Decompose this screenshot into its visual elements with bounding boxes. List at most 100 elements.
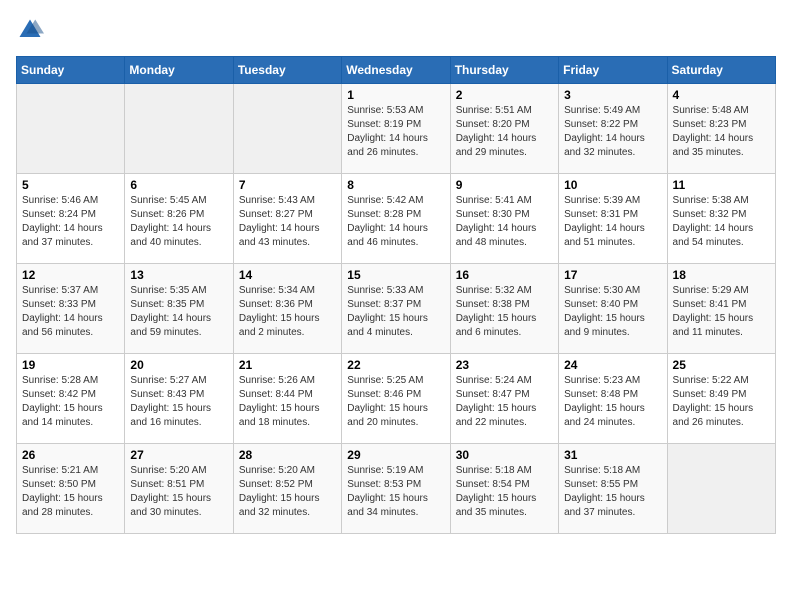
calendar-day-cell: 19 Sunrise: 5:28 AM Sunset: 8:42 PM Dayli…: [17, 354, 125, 444]
day-number: 20: [130, 358, 227, 372]
calendar-day-cell: 27Sunrise: 5:20 AM Sunset: 8:51 PM Dayli…: [125, 444, 233, 534]
day-number: 4: [673, 88, 770, 102]
day-info: Sunrise: 5:24 AM Sunset: 8:47 PM Dayligh…: [456, 374, 553, 430]
day-info: Sunrise: 5:19 AM Sunset: 8:53 PM Dayligh…: [347, 464, 444, 520]
calendar-day-cell: 21 Sunrise: 5:26 AM Sunset: 8:44 PM Dayli…: [233, 354, 341, 444]
calendar-day-cell: 24 Sunrise: 5:23 AM Sunset: 8:48 PM Dayli…: [559, 354, 667, 444]
calendar-day-cell: 13 Sunrise: 5:35 AM Sunset: 8:35 PM Dayli…: [125, 264, 233, 354]
day-info: Sunrise: 5:29 AM Sunset: 8:41 PM Dayligh…: [673, 284, 770, 340]
calendar-week-row: 19 Sunrise: 5:28 AM Sunset: 8:42 PM Dayli…: [17, 354, 776, 444]
day-info: Sunrise: 5:34 AM Sunset: 8:36 PM Dayligh…: [239, 284, 336, 340]
calendar-day-cell: 8Sunrise: 5:42 AM Sunset: 8:28 PM Daylig…: [342, 174, 450, 264]
day-number: 1: [347, 88, 444, 102]
day-number: 15: [347, 268, 444, 282]
day-info: Sunrise: 5:49 AM Sunset: 8:22 PM Dayligh…: [564, 104, 661, 160]
calendar-day-cell: 20 Sunrise: 5:27 AM Sunset: 8:43 PM Dayli…: [125, 354, 233, 444]
day-number: 7: [239, 178, 336, 192]
day-number: 18: [673, 268, 770, 282]
day-number: 21: [239, 358, 336, 372]
calendar-day-cell: 9 Sunrise: 5:41 AM Sunset: 8:30 PM Daylig…: [450, 174, 558, 264]
calendar-day-cell: 12 Sunrise: 5:37 AM Sunset: 8:33 PM Dayli…: [17, 264, 125, 354]
day-number: 19: [22, 358, 119, 372]
calendar-day-cell: 3 Sunrise: 5:49 AM Sunset: 8:22 PM Daylig…: [559, 84, 667, 174]
day-info: Sunrise: 5:45 AM Sunset: 8:26 PM Dayligh…: [130, 194, 227, 250]
calendar-day-cell: 14 Sunrise: 5:34 AM Sunset: 8:36 PM Dayli…: [233, 264, 341, 354]
day-number: 2: [456, 88, 553, 102]
day-number: 3: [564, 88, 661, 102]
calendar-day-cell: 1 Sunrise: 5:53 AM Sunset: 8:19 PM Daylig…: [342, 84, 450, 174]
day-info: Sunrise: 5:35 AM Sunset: 8:35 PM Dayligh…: [130, 284, 227, 340]
weekday-header: Tuesday: [233, 57, 341, 84]
day-info: Sunrise: 5:51 AM Sunset: 8:20 PM Dayligh…: [456, 104, 553, 160]
calendar-week-row: 5 Sunrise: 5:46 AM Sunset: 8:24 PM Daylig…: [17, 174, 776, 264]
day-info: Sunrise: 5:26 AM Sunset: 8:44 PM Dayligh…: [239, 374, 336, 430]
day-number: 30: [456, 448, 553, 462]
day-number: 5: [22, 178, 119, 192]
day-info: Sunrise: 5:41 AM Sunset: 8:30 PM Dayligh…: [456, 194, 553, 250]
day-number: 28: [239, 448, 336, 462]
calendar-day-cell: [233, 84, 341, 174]
day-info: Sunrise: 5:53 AM Sunset: 8:19 PM Dayligh…: [347, 104, 444, 160]
calendar-day-cell: 10 Sunrise: 5:39 AM Sunset: 8:31 PM Dayli…: [559, 174, 667, 264]
calendar-day-cell: 5 Sunrise: 5:46 AM Sunset: 8:24 PM Daylig…: [17, 174, 125, 264]
day-number: 10: [564, 178, 661, 192]
day-number: 31: [564, 448, 661, 462]
calendar-table: SundayMondayTuesdayWednesdayThursdayFrid…: [16, 56, 776, 534]
day-number: 26: [22, 448, 119, 462]
calendar-day-cell: 18 Sunrise: 5:29 AM Sunset: 8:41 PM Dayli…: [667, 264, 775, 354]
day-info: Sunrise: 5:28 AM Sunset: 8:42 PM Dayligh…: [22, 374, 119, 430]
day-info: Sunrise: 5:18 AM Sunset: 8:55 PM Dayligh…: [564, 464, 661, 520]
day-number: 13: [130, 268, 227, 282]
day-info: Sunrise: 5:39 AM Sunset: 8:31 PM Dayligh…: [564, 194, 661, 250]
day-number: 14: [239, 268, 336, 282]
calendar-day-cell: 26 Sunrise: 5:21 AM Sunset: 8:50 PM Dayli…: [17, 444, 125, 534]
weekday-header: Wednesday: [342, 57, 450, 84]
day-info: Sunrise: 5:32 AM Sunset: 8:38 PM Dayligh…: [456, 284, 553, 340]
calendar-day-cell: 29 Sunrise: 5:19 AM Sunset: 8:53 PM Dayli…: [342, 444, 450, 534]
day-number: 23: [456, 358, 553, 372]
calendar-day-cell: [667, 444, 775, 534]
weekday-header: Monday: [125, 57, 233, 84]
calendar-day-cell: 25Sunrise: 5:22 AM Sunset: 8:49 PM Dayli…: [667, 354, 775, 444]
day-number: 16: [456, 268, 553, 282]
day-number: 29: [347, 448, 444, 462]
calendar-day-cell: 23 Sunrise: 5:24 AM Sunset: 8:47 PM Dayli…: [450, 354, 558, 444]
weekday-header-row: SundayMondayTuesdayWednesdayThursdayFrid…: [17, 57, 776, 84]
calendar-day-cell: 30 Sunrise: 5:18 AM Sunset: 8:54 PM Dayli…: [450, 444, 558, 534]
day-info: Sunrise: 5:38 AM Sunset: 8:32 PM Dayligh…: [673, 194, 770, 250]
day-info: Sunrise: 5:20 AM Sunset: 8:52 PM Dayligh…: [239, 464, 336, 520]
day-info: Sunrise: 5:30 AM Sunset: 8:40 PM Dayligh…: [564, 284, 661, 340]
logo: [16, 16, 48, 44]
day-info: Sunrise: 5:18 AM Sunset: 8:54 PM Dayligh…: [456, 464, 553, 520]
weekday-header: Friday: [559, 57, 667, 84]
calendar-day-cell: 22 Sunrise: 5:25 AM Sunset: 8:46 PM Dayli…: [342, 354, 450, 444]
day-info: Sunrise: 5:37 AM Sunset: 8:33 PM Dayligh…: [22, 284, 119, 340]
calendar-day-cell: 31 Sunrise: 5:18 AM Sunset: 8:55 PM Dayli…: [559, 444, 667, 534]
day-info: Sunrise: 5:23 AM Sunset: 8:48 PM Dayligh…: [564, 374, 661, 430]
day-number: 11: [673, 178, 770, 192]
calendar-day-cell: 16 Sunrise: 5:32 AM Sunset: 8:38 PM Dayli…: [450, 264, 558, 354]
day-info: Sunrise: 5:48 AM Sunset: 8:23 PM Dayligh…: [673, 104, 770, 160]
calendar-day-cell: 28 Sunrise: 5:20 AM Sunset: 8:52 PM Dayli…: [233, 444, 341, 534]
calendar-week-row: 12 Sunrise: 5:37 AM Sunset: 8:33 PM Dayli…: [17, 264, 776, 354]
day-info: Sunrise: 5:46 AM Sunset: 8:24 PM Dayligh…: [22, 194, 119, 250]
day-info: Sunrise: 5:33 AM Sunset: 8:37 PM Dayligh…: [347, 284, 444, 340]
day-info: Sunrise: 5:27 AM Sunset: 8:43 PM Dayligh…: [130, 374, 227, 430]
calendar-day-cell: [17, 84, 125, 174]
day-number: 9: [456, 178, 553, 192]
calendar-day-cell: 11 Sunrise: 5:38 AM Sunset: 8:32 PM Dayli…: [667, 174, 775, 264]
day-number: 27: [130, 448, 227, 462]
weekday-header: Sunday: [17, 57, 125, 84]
calendar-day-cell: 17Sunrise: 5:30 AM Sunset: 8:40 PM Dayli…: [559, 264, 667, 354]
calendar-day-cell: 4 Sunrise: 5:48 AM Sunset: 8:23 PM Daylig…: [667, 84, 775, 174]
day-number: 24: [564, 358, 661, 372]
day-number: 22: [347, 358, 444, 372]
day-info: Sunrise: 5:25 AM Sunset: 8:46 PM Dayligh…: [347, 374, 444, 430]
calendar-day-cell: 15 Sunrise: 5:33 AM Sunset: 8:37 PM Dayli…: [342, 264, 450, 354]
day-info: Sunrise: 5:22 AM Sunset: 8:49 PM Dayligh…: [673, 374, 770, 430]
calendar-week-row: 1 Sunrise: 5:53 AM Sunset: 8:19 PM Daylig…: [17, 84, 776, 174]
day-info: Sunrise: 5:21 AM Sunset: 8:50 PM Dayligh…: [22, 464, 119, 520]
day-number: 8: [347, 178, 444, 192]
calendar-day-cell: 7Sunrise: 5:43 AM Sunset: 8:27 PM Daylig…: [233, 174, 341, 264]
day-number: 12: [22, 268, 119, 282]
